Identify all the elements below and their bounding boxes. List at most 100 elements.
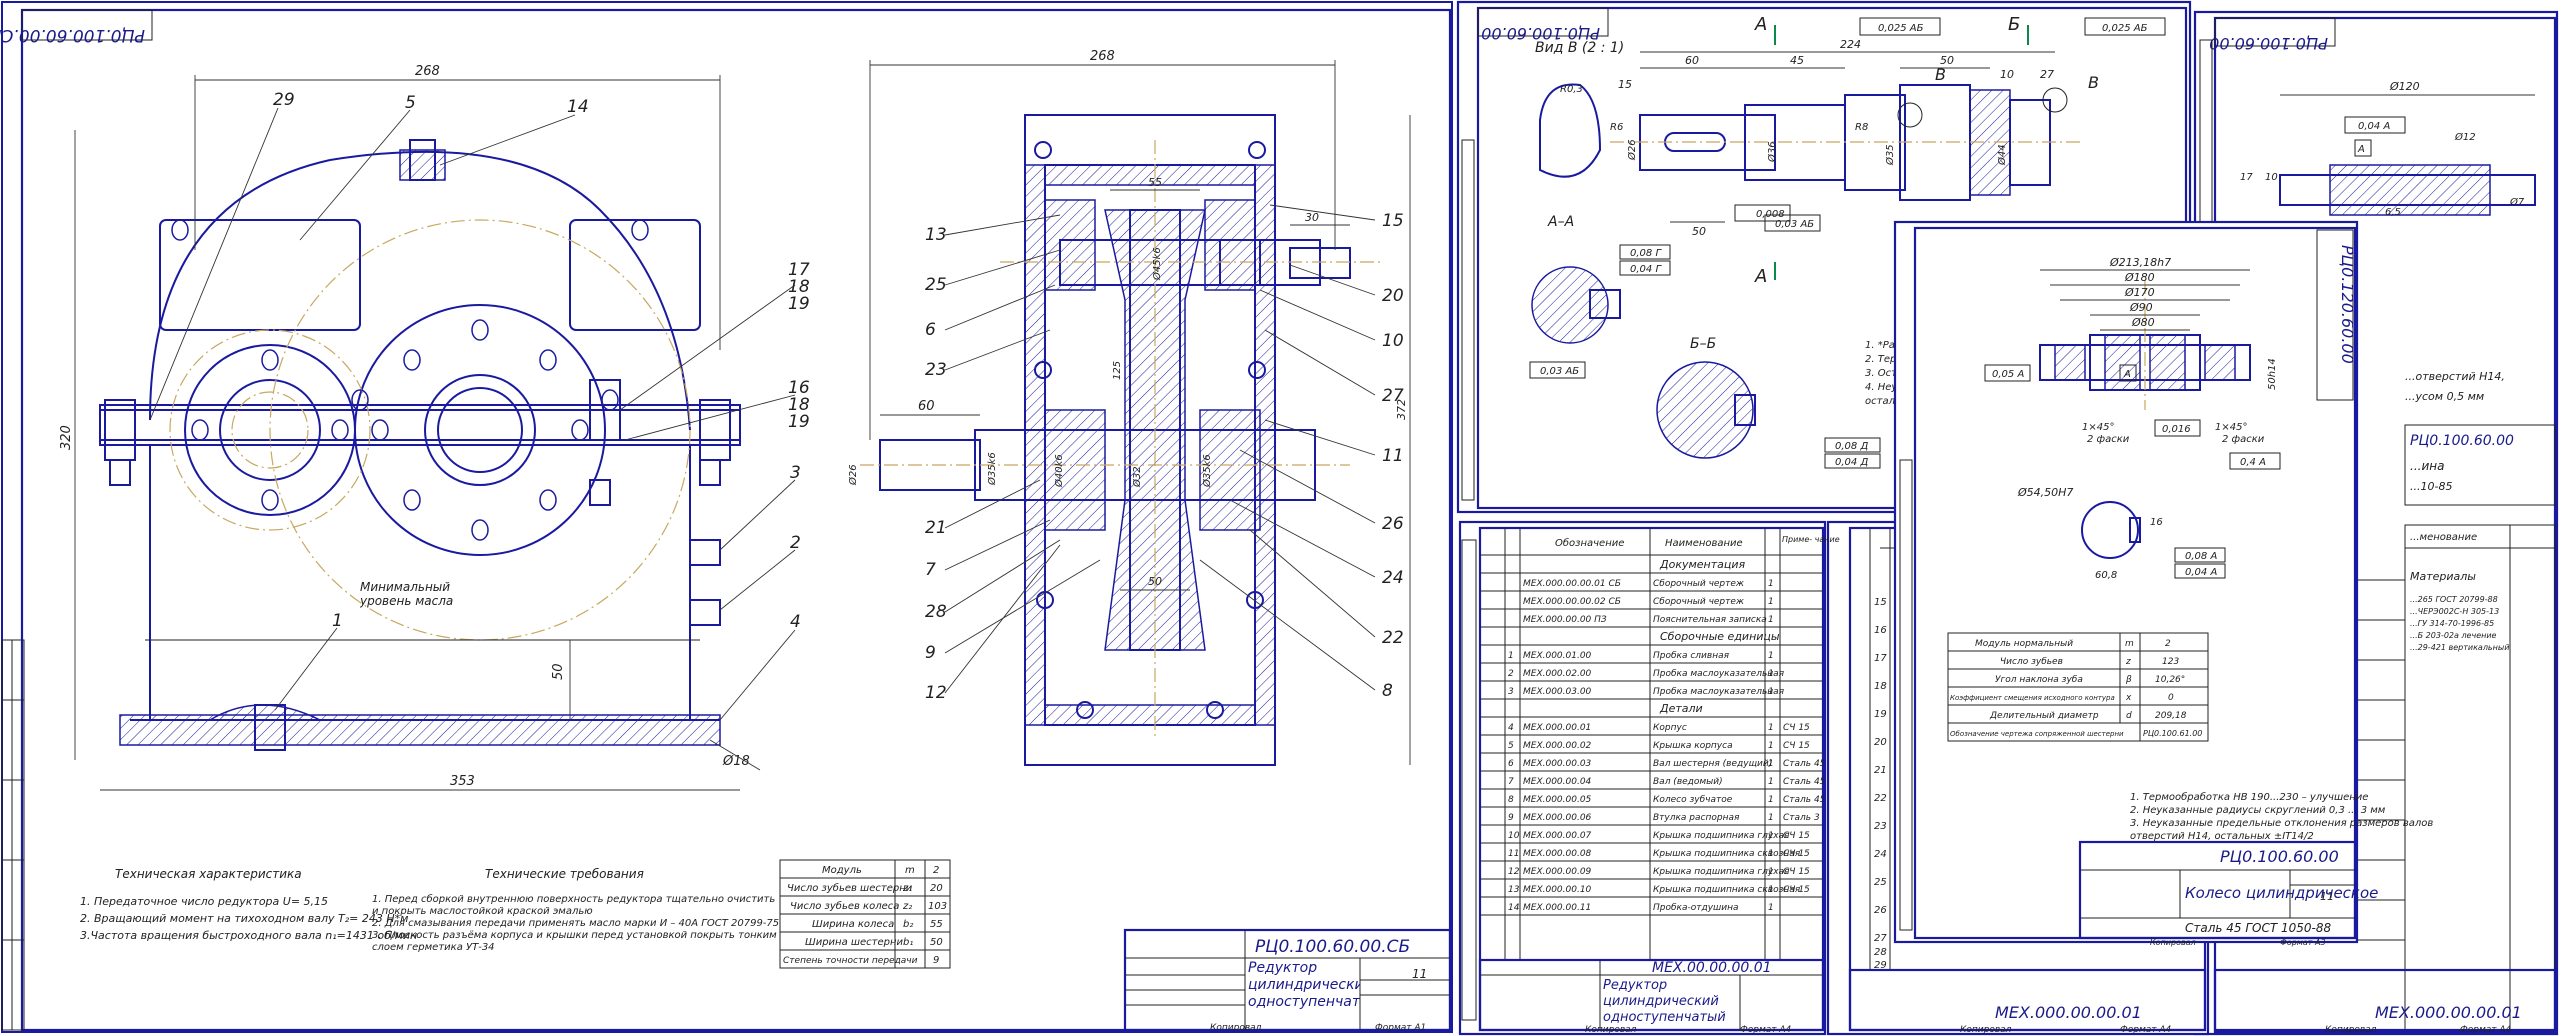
sec-callout-21: 21 xyxy=(925,518,947,538)
s2-dim-60: 60 xyxy=(1685,54,1699,67)
s2-tol-4: 0,03 АБ xyxy=(1775,219,1814,230)
spec-cell-r10-c0: 5 xyxy=(1508,741,1514,751)
spec-cell-r11-c1: МЕХ.000.00.03 xyxy=(1523,759,1592,769)
spec-cell-r16-c1: МЕХ.000.00.08 xyxy=(1523,849,1592,859)
s4-tol-3a: 0,08 А xyxy=(2185,551,2217,562)
spec-footer-copy: Копировал xyxy=(1585,1025,1637,1035)
s2-dim-27: 27 xyxy=(2040,68,2054,81)
spec-cell-r17-c4: СЧ 15 xyxy=(1783,867,1810,877)
s4-note-3: 3. Неуказанные предельные отклонения раз… xyxy=(2130,818,2433,829)
sheet3-footer-format: Формат А4 xyxy=(2460,1025,2512,1035)
tech-req-5: слоем герметика УТ-34 xyxy=(372,942,495,953)
spec-cell-r14-c4: Сталь 3 xyxy=(1783,813,1820,823)
s3-partial-7: Материалы xyxy=(2410,570,2476,583)
s4-title-sheets: 11 xyxy=(2320,890,2334,903)
sec-callout-8: 8 xyxy=(1382,681,1393,701)
callout-4: 4 xyxy=(790,612,801,632)
spec2-n10: 25 xyxy=(1874,877,1887,888)
spec-cell-r11-c3: 1 xyxy=(1768,759,1774,769)
spec-cell-r6-c3: 1 xyxy=(1768,669,1774,679)
spec-cell-r15-c1: МЕХ.000.00.07 xyxy=(1523,831,1592,841)
spec-cell-r13-c0: 8 xyxy=(1508,795,1514,805)
sec-dim-d35b: Ø35k6 xyxy=(1201,454,1213,488)
sec-dim-268: 268 xyxy=(1090,49,1115,64)
s3-partial-6: ...менование xyxy=(2410,532,2477,543)
spec-cell-r15-c3: 1 xyxy=(1768,831,1774,841)
sheet1-code-rotated: РЦ0.100.60.00.СБ xyxy=(0,25,145,45)
sheet-spec: Обозначение Наименование Приме- чание До… xyxy=(1458,520,1840,1036)
spec2-title-code: МЕХ.000.00.00.01 xyxy=(1995,1003,2142,1022)
s4-dim-50h14: 50h14 xyxy=(2267,358,2278,390)
spec-cell-r17-c3: 1 xyxy=(1768,867,1774,877)
spec-cell-r2-c1: МЕХ.000.00.00.02 СБ xyxy=(1523,597,1621,607)
spec-cell-r6-c1: МЕХ.000.02.00 xyxy=(1523,669,1592,679)
s2-tol-1: 0,025 АБ xyxy=(1878,23,1924,34)
s2-mark-V2: В xyxy=(2088,73,2099,92)
wp-r0-c1: m xyxy=(2125,639,2134,649)
s4-note-2: 2. Неуказанные радиусы скруглений 0,3 ..… xyxy=(2130,805,2386,816)
sheet1-footer-copy: Копировал xyxy=(1210,1023,1262,1033)
s4-dim-d545: Ø54,50H7 xyxy=(2017,486,2073,499)
s4-tol-base: А xyxy=(2123,369,2131,380)
sec-callout-20: 20 xyxy=(1382,286,1404,306)
gt-r4-c0: Ширина шестерни xyxy=(805,937,904,948)
spec-cell-r5-c3: 1 xyxy=(1768,651,1774,661)
spec2-n3: 18 xyxy=(1874,681,1887,692)
spec-cell-r9-c1: МЕХ.000.00.01 xyxy=(1523,723,1591,733)
tech-req-title: Технические требования xyxy=(485,867,644,881)
spec2-n5: 20 xyxy=(1874,737,1887,748)
s3-dim-65: 6,5 xyxy=(2385,207,2401,218)
spec-cell-r18-c1: МЕХ.000.00.10 xyxy=(1523,885,1592,895)
s2-dim-r8: R8 xyxy=(1855,122,1868,133)
gt-r5-c0: Степень точности передачи xyxy=(783,956,918,966)
spec2-n7: 22 xyxy=(1874,793,1887,804)
sec-callout-9: 9 xyxy=(925,643,936,663)
sec-callout-10: 10 xyxy=(1382,331,1404,351)
spec2-n4: 19 xyxy=(1874,709,1887,720)
s4-dim-fask1: 2 фаски xyxy=(2087,434,2130,445)
tech-req-2: и покрыть маслостойкой краской эмалью xyxy=(372,906,593,917)
sheet4-code-rotated: РЦ0.120.60.00 xyxy=(2338,245,2357,364)
sheet3-footer-copy: Копировал xyxy=(2325,1025,2377,1035)
callout-14: 14 xyxy=(567,97,589,117)
sheet-wheel: РЦ0.120.60.00 Ø213,18h7 Ø180 Ø170 Ø90 Ø8… xyxy=(1893,220,2433,947)
gt-r5-c2: 9 xyxy=(933,955,939,966)
spec-title-name: Редуктор цилиндрический одноступенчатый xyxy=(1603,978,1726,1025)
s2-tol-2: 0,025 АБ xyxy=(2102,23,2148,34)
note-oil-level: Минимальный уровень масла xyxy=(360,580,454,608)
s4-footer-copy: Копировал xyxy=(2150,938,2196,947)
spec-cell-r5-c2: Пробка сливная xyxy=(1653,651,1730,661)
spec2-n6: 21 xyxy=(1874,765,1887,776)
spec-cell-r9-c0: 4 xyxy=(1508,723,1514,733)
s2-dim-d44: Ø44 xyxy=(1996,144,2008,166)
spec-cell-r1-c3: 1 xyxy=(1768,579,1774,589)
callout-19a: 19 xyxy=(788,294,810,314)
s4-dim-d180: Ø180 xyxy=(2124,271,2155,284)
callout-5: 5 xyxy=(405,93,416,113)
s4-note-4: отверстий Н14, остальных ±IT14/2 xyxy=(2130,831,2314,842)
s2-tol-9: 0,04 Д xyxy=(1835,457,1868,468)
sec-dim-50: 50 xyxy=(1148,575,1162,588)
wp-r3-c0: Коэффициент смещения исходного контура xyxy=(1950,694,2115,702)
wp-r3-c2: 0 xyxy=(2168,693,2174,703)
s3-tol-2: А xyxy=(2357,144,2365,155)
spec-cell-r10-c4: СЧ 15 xyxy=(1783,741,1810,751)
sec-callout-6: 6 xyxy=(925,320,936,340)
sec-dim-d35: Ø35k6 xyxy=(986,452,998,486)
tech-char-3: 3.Частота вращения быстроходного вала n₁… xyxy=(80,929,417,942)
spec-title-code: МЕХ.00.00.00.01 xyxy=(1652,960,1772,976)
spec-cell-r16-c3: 1 xyxy=(1768,849,1774,859)
sec-callout-24: 24 xyxy=(1382,568,1404,588)
callout-1: 1 xyxy=(332,611,343,631)
wp-r2-c1: β xyxy=(2125,675,2132,685)
spec-cell-r14-c2: Втулка распорная xyxy=(1653,813,1740,823)
s3-partial-8: ...265 ГОСТ 20799-88 xyxy=(2410,595,2498,604)
spec-cell-r13-c2: Колесо зубчатое xyxy=(1653,795,1733,805)
callout-29: 29 xyxy=(273,90,295,110)
s2-sect-bb: Б–Б xyxy=(1690,336,1716,352)
spec-cell-r12-c4: Сталь 45 xyxy=(1783,777,1826,787)
callout-3: 3 xyxy=(790,463,801,483)
wp-r1-c2: 123 xyxy=(2162,657,2179,667)
wp-r2-c2: 10,26° xyxy=(2155,675,2185,685)
spec2-footer-format: Формат А4 xyxy=(2120,1025,2172,1035)
